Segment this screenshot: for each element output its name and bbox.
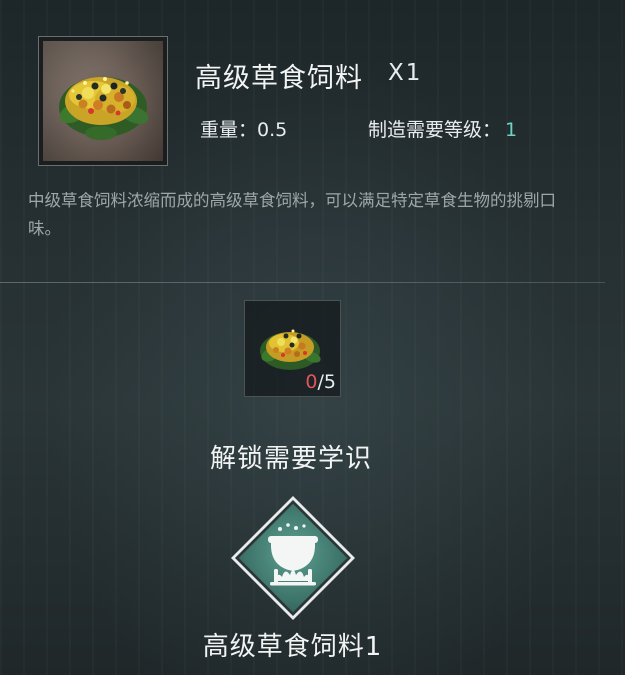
weight-value: 0.5	[257, 119, 288, 141]
knowledge-name: 高级草食饲料1	[202, 632, 383, 662]
unlock-requirement-title: 解锁需要学识	[209, 444, 372, 474]
craft-level-label: 制造需要等级：	[368, 119, 502, 141]
weight-label: 重量：	[200, 119, 258, 141]
item-quantity: X1	[388, 60, 423, 86]
item-name: 高级草食饲料	[195, 63, 363, 94]
craft-level-value: 1	[505, 119, 518, 141]
section-divider	[0, 282, 605, 283]
item-weight: 重量：0.5	[200, 115, 287, 142]
item-description: 中级草食饲料浓缩而成的高级草食饲料，可以满足特定草食生物的挑剔口味。	[28, 191, 556, 238]
ingredient-need: 5	[323, 371, 336, 393]
ingredient-count: 0/5	[305, 371, 336, 393]
ingredient-slot[interactable]: 0/5	[244, 300, 341, 397]
herbivore-feed-icon	[43, 41, 163, 161]
item-tooltip-panel: 高级草食饲料 X1 重量：0.5 制造需要等级： 1 中级草食饲料浓缩而成的高级草…	[0, 0, 625, 675]
craft-level-requirement: 制造需要等级： 1	[368, 115, 517, 142]
knowledge-badge[interactable]	[230, 495, 356, 621]
item-icon-frame	[38, 36, 168, 166]
ingredient-have: 0	[305, 371, 318, 393]
